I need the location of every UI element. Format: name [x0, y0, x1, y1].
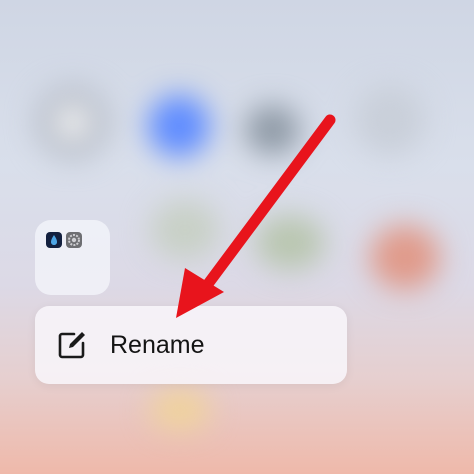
- red-arrow-annotation: [176, 114, 336, 318]
